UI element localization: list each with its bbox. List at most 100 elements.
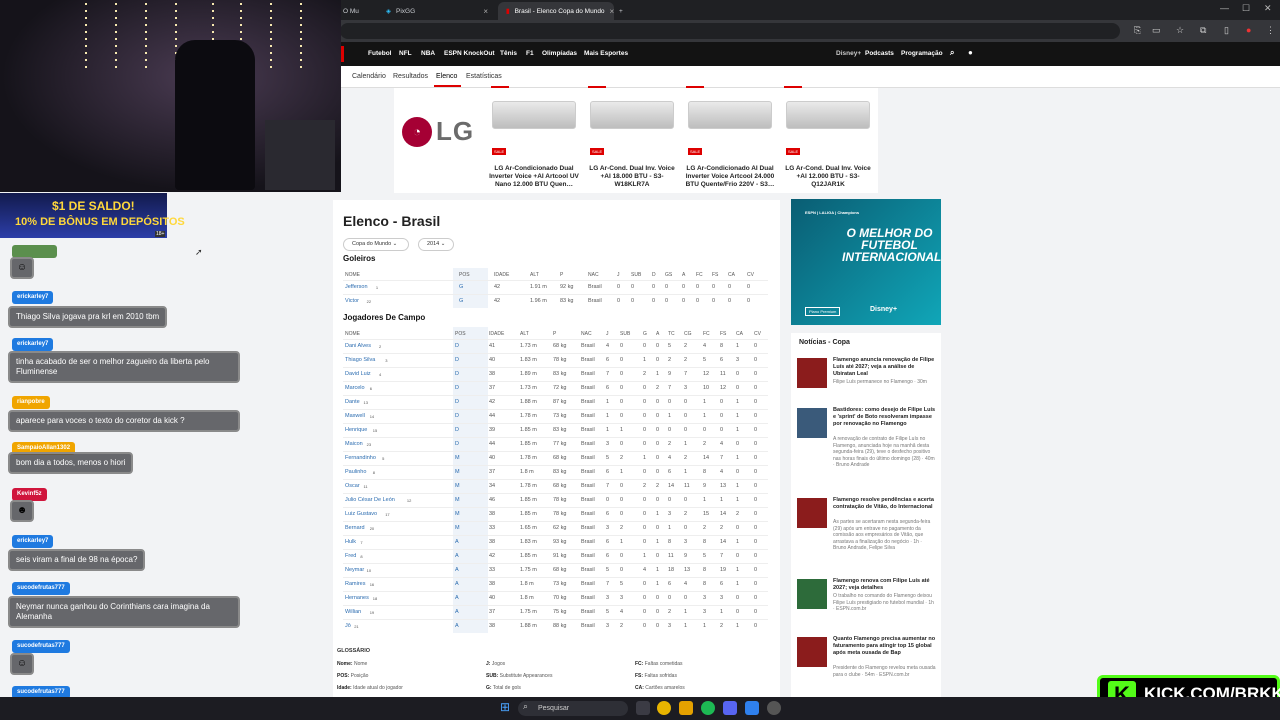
player-name[interactable]: Oscar [345, 483, 360, 489]
player-name[interactable]: Dante [345, 399, 360, 405]
column-header[interactable]: FS [712, 272, 718, 278]
column-header[interactable]: G [643, 331, 647, 337]
chat-username[interactable]: erickarley7 [12, 338, 54, 351]
player-name[interactable]: Marcelo [345, 385, 365, 391]
product-image[interactable] [590, 101, 674, 129]
news-headline[interactable]: Quanto Flamengo precisa aumentar no fatu… [833, 636, 936, 657]
product-caption[interactable]: LG Ar-Cond. Dual Inv. Voice +AI 12.000 B… [780, 165, 876, 189]
steam-icon[interactable] [745, 701, 759, 715]
nav-nba[interactable]: NBA [421, 50, 435, 57]
chat-username[interactable]: rianpobre [12, 396, 50, 409]
tab-elenco[interactable]: Elenco [436, 73, 457, 80]
player-name[interactable]: Jô [345, 623, 351, 629]
player-name[interactable]: Dani Alves [345, 343, 371, 349]
chrome-icon[interactable] [657, 701, 671, 715]
product-caption[interactable]: LG Ar-Condicionado Dual Inverter Voice +… [486, 165, 582, 189]
product-image[interactable] [492, 101, 576, 129]
product-caption[interactable]: LG Ar-Cond. Dual Inv. Voice +AI 18.000 B… [584, 165, 680, 189]
close-window-icon[interactable]: ✕ [1264, 3, 1272, 14]
player-name[interactable]: Julio César De León [345, 497, 395, 503]
nav-mais-esportes[interactable]: Mais Esportes [584, 50, 628, 57]
user-icon[interactable]: ● [968, 48, 973, 57]
news-thumbnail[interactable] [797, 358, 827, 388]
column-header[interactable]: NAC [588, 272, 599, 278]
news-headline[interactable]: Flamengo renova com Filipe Luís até 2027… [833, 578, 936, 592]
chat-username[interactable]: sucodefrutas777 [12, 582, 70, 595]
player-name[interactable]: Thiago Silva [345, 357, 375, 363]
minimize-icon[interactable]: — [1220, 3, 1229, 13]
share-icon[interactable]: ⎘ [1134, 25, 1141, 36]
close-tab-icon[interactable]: × [610, 7, 615, 16]
nav-programacao[interactable]: Programação [901, 50, 943, 57]
nav-nfl[interactable]: NFL [399, 50, 412, 57]
column-header[interactable]: J [606, 331, 609, 337]
column-header[interactable]: A [656, 331, 659, 337]
competition-select[interactable]: Copa do Mundo ⌄ [343, 238, 409, 251]
column-header[interactable]: CV [754, 331, 761, 337]
news-headline[interactable]: Bastidores: como desejo de Filipe Luís e… [833, 407, 936, 428]
player-name[interactable]: Victor [345, 298, 359, 304]
season-select[interactable]: 2014 ⌄ [418, 238, 454, 251]
player-name[interactable]: Fred [345, 553, 356, 559]
player-name[interactable]: Hulk [345, 539, 356, 545]
column-header[interactable]: CG [684, 331, 692, 337]
player-name[interactable]: Neymar [345, 567, 364, 573]
windows-start-icon[interactable]: ⊞ [500, 700, 510, 714]
column-header[interactable]: SUB [631, 272, 641, 278]
column-header[interactable]: ALT [520, 331, 529, 337]
nav-olimpiadas[interactable]: Olimpíadas [542, 50, 577, 57]
disney-plus-logo[interactable]: Disney+ [836, 50, 861, 57]
column-header[interactable]: P [553, 331, 556, 337]
product-caption[interactable]: LG Ar-Condicionado AI Dual Inverter Voic… [682, 165, 778, 189]
task-view-icon[interactable] [636, 701, 650, 715]
nav-futebol[interactable]: Futebol [368, 50, 391, 57]
player-name[interactable]: Paulinho [345, 469, 366, 475]
column-header[interactable]: IDADE [494, 272, 509, 278]
extensions-icon[interactable]: ⧉ [1200, 25, 1206, 36]
browser-tab-3[interactable]: ▮ Brasil - Elenco Copa do Mundo × [498, 2, 614, 20]
column-header[interactable]: CA [736, 331, 743, 337]
browser-tab-2[interactable]: ◈ PixGG × [378, 2, 496, 20]
player-name[interactable]: Maxwell [345, 413, 365, 419]
player-name[interactable]: Henrique [345, 427, 367, 433]
sidebar-icon[interactable]: ▯ [1224, 25, 1229, 36]
news-headline[interactable]: Flamengo anuncia renovação de Filipe Luí… [833, 357, 936, 378]
nav-tenis[interactable]: Tênis [500, 50, 517, 57]
obs-icon[interactable] [767, 701, 781, 715]
tab-estatisticas[interactable]: Estatísticas [466, 73, 502, 80]
product-image[interactable] [786, 101, 870, 129]
column-header[interactable]: ALT [530, 272, 539, 278]
news-thumbnail[interactable] [797, 408, 827, 438]
file-explorer-icon[interactable] [679, 701, 693, 715]
column-header[interactable]: SUB [620, 331, 630, 337]
tab-calendario[interactable]: Calendário [352, 73, 386, 80]
column-header[interactable]: CA [728, 272, 735, 278]
column-header[interactable]: POS [459, 272, 470, 278]
cast-icon[interactable]: ▭ [1152, 25, 1161, 36]
player-name[interactable]: Hernanes [345, 595, 369, 601]
profile-avatar[interactable]: ● [1246, 25, 1251, 35]
tab-resultados[interactable]: Resultados [393, 73, 428, 80]
player-name[interactable]: Fernandinho [345, 455, 376, 461]
player-name[interactable]: Luiz Gustavo [345, 511, 377, 517]
column-header[interactable]: J [617, 272, 620, 278]
discord-icon[interactable] [723, 701, 737, 715]
chat-username[interactable]: erickarley7 [12, 535, 54, 548]
column-header[interactable]: NOME [345, 331, 360, 337]
close-tab-icon[interactable]: × [483, 7, 488, 16]
column-header[interactable]: FC [703, 331, 710, 337]
column-header[interactable]: POS [455, 331, 466, 337]
column-header[interactable]: A [682, 272, 685, 278]
player-name[interactable]: Bernard [345, 525, 365, 531]
news-thumbnail[interactable] [797, 637, 827, 667]
player-name[interactable]: Ramires [345, 581, 365, 587]
bookmark-star-icon[interactable]: ☆ [1176, 25, 1184, 36]
column-header[interactable]: GS [665, 272, 672, 278]
nav-f1[interactable]: F1 [526, 50, 534, 57]
browser-tab-1[interactable]: O Mu [335, 2, 375, 20]
player-name[interactable]: Jefferson [345, 284, 368, 290]
address-bar[interactable] [340, 23, 1120, 39]
taskbar-search[interactable]: Pesquisar [518, 701, 628, 716]
column-header[interactable]: D [652, 272, 656, 278]
maximize-icon[interactable]: ☐ [1242, 3, 1250, 14]
